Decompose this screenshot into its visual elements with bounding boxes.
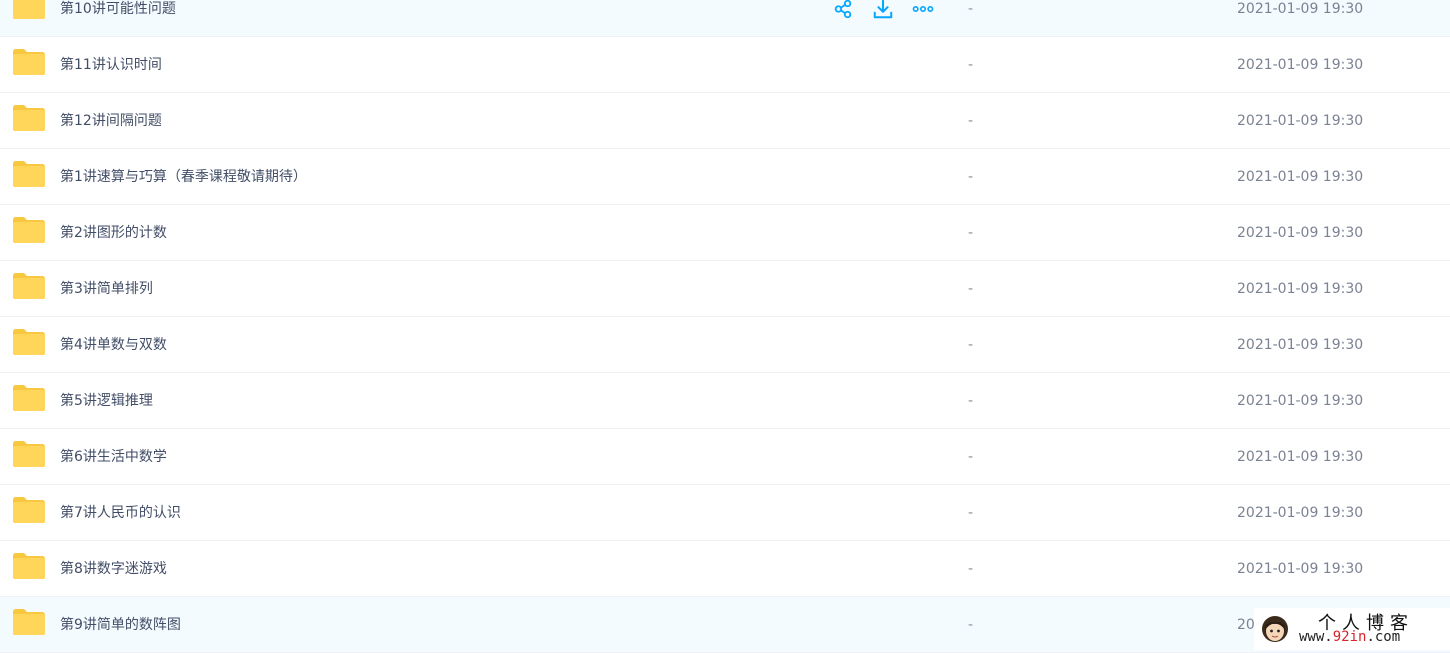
file-name[interactable]: 第8讲数字迷游戏 [60,541,167,597]
file-name[interactable]: 第4讲单数与双数 [60,317,167,373]
file-size: - [968,617,974,633]
file-row[interactable]: 第3讲简单排列 - 2021-01-09 19:30 [0,261,1450,317]
file-size: - [968,57,974,73]
file-size: - [968,393,974,409]
file-size: - [968,561,974,577]
file-row[interactable]: 第4讲单数与双数 - 2021-01-09 19:30 [0,317,1450,373]
file-name[interactable]: 第12讲间隔问题 [60,93,162,149]
folder-icon [12,104,46,132]
file-size: - [968,1,974,17]
file-row[interactable]: 第9讲简单的数阵图 - 20 [0,597,1450,653]
file-modified-time: 2021-01-09 19:30 [1237,337,1364,353]
file-row[interactable]: 第10讲可能性问题 - 2021-01-09 19:30 [0,0,1450,37]
folder-icon [12,48,46,76]
folder-icon [12,216,46,244]
file-name[interactable]: 第10讲可能性问题 [60,0,176,37]
file-row[interactable]: 第6讲生活中数学 - 2021-01-09 19:30 [0,429,1450,485]
file-size: - [968,505,974,521]
download-button[interactable] [870,0,896,21]
file-row[interactable]: 第7讲人民币的认识 - 2021-01-09 19:30 [0,485,1450,541]
avatar-icon [1262,616,1288,642]
file-size: - [968,449,974,465]
file-row[interactable]: 第12讲间隔问题 - 2021-01-09 19:30 [0,93,1450,149]
folder-icon [12,440,46,468]
file-size: - [968,113,974,129]
folder-icon [12,496,46,524]
file-modified-time: 2021-01-09 19:30 [1237,449,1364,465]
file-name[interactable]: 第1讲速算与巧算（春季课程敬请期待） [60,149,307,205]
file-name[interactable]: 第6讲生活中数学 [60,429,167,485]
file-name[interactable]: 第7讲人民币的认识 [60,485,181,541]
share-icon [832,0,854,20]
file-modified-time: 2021-01-09 19:30 [1237,225,1364,241]
share-button[interactable] [830,0,856,21]
more-icon [911,0,935,20]
folder-icon [12,384,46,412]
file-size: - [968,281,974,297]
file-name[interactable]: 第9讲简单的数阵图 [60,597,181,653]
watermark-url-prefix: www. [1299,629,1333,645]
file-row[interactable]: 第2讲图形的计数 - 2021-01-09 19:30 [0,205,1450,261]
download-icon [872,0,894,20]
file-name[interactable]: 第3讲简单排列 [60,261,153,317]
file-modified-time: 2021-01-09 19:30 [1237,393,1364,409]
file-modified-time: 2021-01-09 19:30 [1237,561,1364,577]
file-row[interactable]: 第1讲速算与巧算（春季课程敬请期待） - 2021-01-09 19:30 [0,149,1450,205]
file-name[interactable]: 第11讲认识时间 [60,37,162,93]
file-modified-time: 2021-01-09 19:30 [1237,113,1364,129]
file-modified-time: 2021-01-09 19:30 [1237,1,1364,17]
file-modified-time: 2021-01-09 19:30 [1237,57,1364,73]
file-size: - [968,337,974,353]
folder-icon [12,272,46,300]
folder-icon [12,552,46,580]
file-row[interactable]: 第11讲认识时间 - 2021-01-09 19:30 [0,37,1450,93]
file-modified-time: 20 [1237,617,1255,633]
watermark-url-highlight: 92in [1332,629,1367,645]
watermark-url-suffix: .com [1366,629,1401,645]
file-modified-time: 2021-01-09 19:30 [1237,281,1364,297]
row-actions [830,0,936,21]
watermark: 个人博客 www.92in.com [1254,608,1450,650]
file-row[interactable]: 第5讲逻辑推理 - 2021-01-09 19:30 [0,373,1450,429]
file-size: - [968,169,974,185]
watermark-url: www.92in.com [1299,629,1400,645]
file-size: - [968,225,974,241]
file-modified-time: 2021-01-09 19:30 [1237,169,1364,185]
folder-icon [12,160,46,188]
file-name[interactable]: 第2讲图形的计数 [60,205,167,261]
file-modified-time: 2021-01-09 19:30 [1237,505,1364,521]
folder-icon [12,608,46,636]
file-name[interactable]: 第5讲逻辑推理 [60,373,153,429]
folder-icon [12,328,46,356]
more-button[interactable] [910,0,936,21]
file-row[interactable]: 第8讲数字迷游戏 - 2021-01-09 19:30 [0,541,1450,597]
folder-icon [12,0,46,20]
file-list: 第10讲可能性问题 - 2021-01-09 19:30 第11讲认识时间 - 2021… [0,0,1450,653]
